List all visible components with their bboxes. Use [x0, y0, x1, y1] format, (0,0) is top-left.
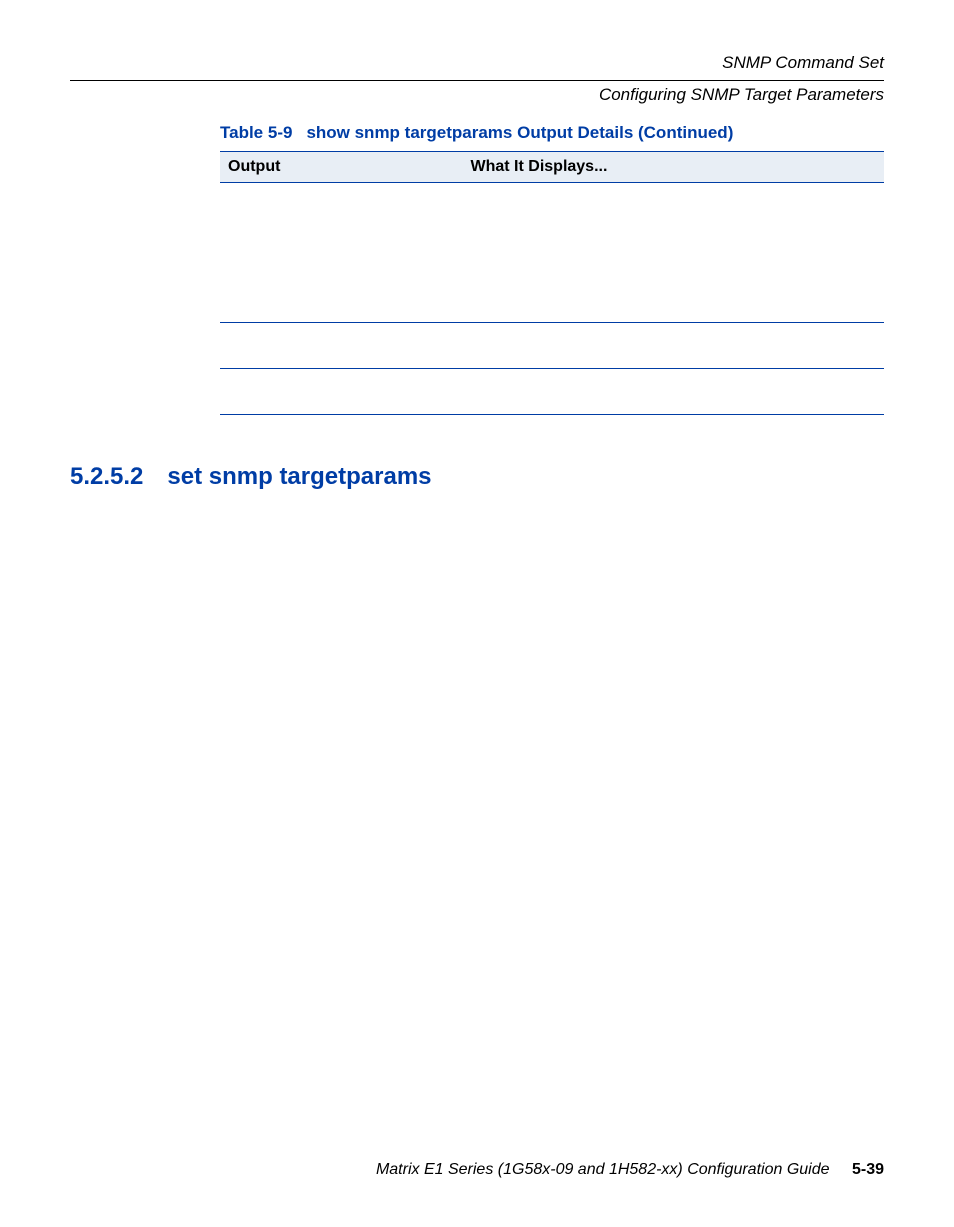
table-cell: [361, 182, 885, 322]
footer-text: Matrix E1 Series (1G58x-09 and 1H582-xx)…: [376, 1161, 830, 1178]
table-header-row: Output What It Displays...: [220, 151, 884, 182]
table-caption: Table 5-9 show snmp targetparams Output D…: [220, 123, 884, 143]
table-row: [220, 182, 884, 322]
table-header-displays: What It Displays...: [361, 151, 885, 182]
table-cell: [361, 322, 885, 368]
table-cell: [220, 322, 361, 368]
page-footer: Matrix E1 Series (1G58x-09 and 1H582-xx)…: [70, 1161, 884, 1179]
section-heading: 5.2.5.2 set snmp targetparams: [70, 463, 884, 491]
footer-page-number: 5-39: [852, 1161, 884, 1178]
section-number: 5.2.5.2: [70, 463, 143, 490]
table-row: [220, 368, 884, 414]
table-cell: [220, 368, 361, 414]
table-cell: [361, 368, 885, 414]
table-cell: [220, 182, 361, 322]
running-header-line2: Configuring SNMP Target Parameters: [70, 85, 884, 105]
table-caption-label: Table 5-9: [220, 123, 292, 142]
section-title: set snmp targetparams: [167, 463, 431, 490]
output-details-table: Output What It Displays...: [220, 151, 884, 415]
table-row: [220, 322, 884, 368]
table-caption-title: show snmp targetparams Output Details (C…: [306, 123, 733, 142]
running-header-line1: SNMP Command Set: [70, 50, 884, 76]
table-header-output: Output: [220, 151, 361, 182]
header-rule: [70, 80, 884, 81]
